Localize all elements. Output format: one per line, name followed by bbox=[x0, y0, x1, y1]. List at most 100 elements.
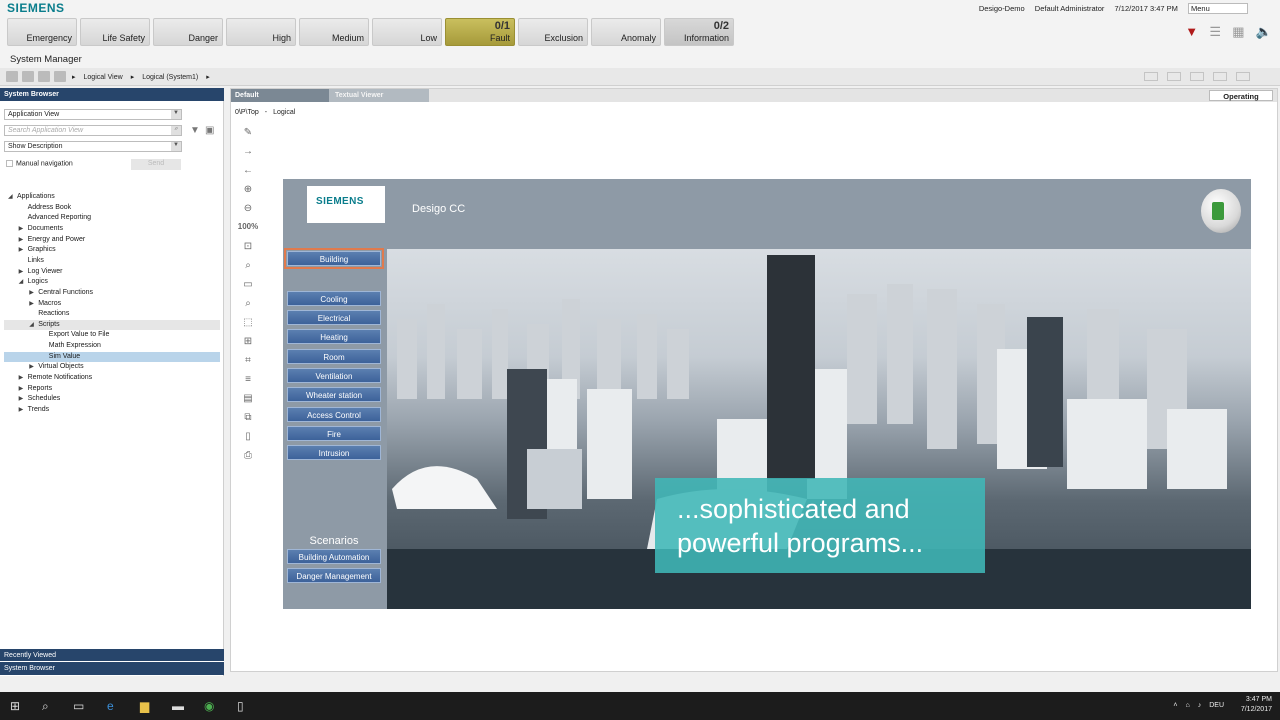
tree-item[interactable]: Links bbox=[4, 256, 220, 266]
alarm-information-button[interactable]: 0/2 Information bbox=[664, 18, 734, 46]
tab-default[interactable]: Default bbox=[231, 89, 329, 102]
clock[interactable]: 3:47 PM 7/12/2017 bbox=[1241, 695, 1272, 715]
expand-icon[interactable]: ▶ bbox=[19, 246, 24, 253]
description-select[interactable]: Show Description ▼ bbox=[4, 141, 182, 152]
expand-icon[interactable]: ▶ bbox=[19, 374, 24, 381]
grid-icon[interactable]: ⊞ bbox=[237, 336, 259, 355]
fit-icon[interactable]: ⊡ bbox=[237, 241, 259, 260]
expand-icon[interactable]: ▶ bbox=[29, 300, 34, 307]
list-icon[interactable]: ☰ bbox=[1209, 24, 1221, 40]
menu-button-intrusion[interactable]: Intrusion bbox=[287, 445, 381, 460]
select-icon[interactable]: ⬚ bbox=[237, 317, 259, 336]
search-icon[interactable]: ⌕ bbox=[42, 699, 49, 714]
task-view-icon[interactable]: ▭ bbox=[73, 699, 84, 713]
tree-item[interactable]: ▶ Log Viewer bbox=[4, 267, 220, 277]
breadcrumb-item[interactable]: Logical View bbox=[84, 74, 123, 81]
tree-item[interactable]: Export Value to File bbox=[4, 330, 220, 340]
search-input[interactable]: Search Application View ⌕ bbox=[4, 125, 182, 136]
lines-icon[interactable]: ≡ bbox=[237, 374, 259, 393]
tree-item[interactable]: ▶ Macros bbox=[4, 299, 220, 309]
zoom-in-icon[interactable]: ⊕ bbox=[237, 184, 259, 203]
zoom-icon[interactable]: ⌕ bbox=[237, 298, 259, 317]
tree-item[interactable]: ◢ Applications bbox=[4, 192, 220, 202]
desigo-app-icon[interactable] bbox=[1201, 189, 1241, 233]
layout-icon[interactable] bbox=[1236, 72, 1250, 81]
menu-button-ventilation[interactable]: Ventilation bbox=[287, 368, 381, 383]
menu-button-building[interactable]: Building bbox=[284, 248, 384, 269]
chevron-up-icon[interactable]: ˄ bbox=[1173, 702, 1177, 709]
tree-item[interactable]: ▶ Trends bbox=[4, 405, 220, 415]
tree-item[interactable]: ◢ Logics bbox=[4, 277, 220, 287]
tree-item[interactable]: ▶ Virtual Objects bbox=[4, 362, 220, 372]
tree-item[interactable]: ▶ Remote Notifications bbox=[4, 373, 220, 383]
expand-icon[interactable]: ▶ bbox=[19, 236, 24, 243]
start-icon[interactable]: ⊞ bbox=[10, 699, 20, 713]
alarm-fault-button[interactable]: 0/1 Fault bbox=[445, 18, 515, 46]
arrow-right-icon[interactable]: → bbox=[237, 146, 259, 165]
collapse-icon[interactable]: ◢ bbox=[29, 321, 34, 328]
console-icon[interactable]: ▬ bbox=[172, 699, 184, 713]
layout-icon[interactable] bbox=[1144, 72, 1158, 81]
expand-icon[interactable]: ▶ bbox=[19, 225, 24, 232]
tree-item[interactable]: Sim Value bbox=[4, 351, 220, 362]
layout-icon[interactable]: ▦ bbox=[1232, 24, 1244, 40]
alarm-emergency-button[interactable]: Emergency bbox=[7, 18, 77, 46]
desigo-taskbar-icon[interactable]: ◉ bbox=[204, 699, 214, 713]
menu-button-wheater-station[interactable]: Wheater station bbox=[287, 387, 381, 402]
system-browser-footer[interactable]: System Browser bbox=[0, 662, 224, 675]
file-explorer-icon[interactable]: ▆ bbox=[140, 699, 149, 713]
layout-icon[interactable] bbox=[1167, 72, 1181, 81]
recently-viewed-header[interactable]: Recently Viewed bbox=[0, 649, 224, 662]
alarm-life-safety-button[interactable]: Life Safety bbox=[80, 18, 150, 46]
zoom-out-icon[interactable]: ⊖ bbox=[237, 203, 259, 222]
view-select[interactable]: Application View ▼ bbox=[4, 109, 182, 120]
window-icon[interactable]: ▭ bbox=[237, 279, 259, 298]
back-icon[interactable] bbox=[6, 71, 18, 82]
tree-item[interactable]: Address Book bbox=[4, 203, 220, 213]
breadcrumb-item[interactable]: Logical (System1) bbox=[142, 74, 198, 81]
tree-item[interactable]: Math Expression bbox=[4, 341, 220, 351]
print-icon[interactable]: ⎙ bbox=[237, 450, 259, 469]
scenario-button-building-automation[interactable]: Building Automation bbox=[287, 549, 381, 564]
alarm-high-button[interactable]: High bbox=[226, 18, 296, 46]
tree-item[interactable]: Advanced Reporting bbox=[4, 213, 220, 223]
tree-item[interactable]: ◢ Scripts bbox=[4, 319, 220, 330]
menu-button-access-control[interactable]: Access Control bbox=[287, 407, 381, 422]
tree-item[interactable]: ▶ Reports bbox=[4, 384, 220, 394]
tree-item[interactable]: ▶ Energy and Power bbox=[4, 235, 220, 245]
speaker-icon[interactable]: 🔈 bbox=[1256, 24, 1272, 40]
expand-icon[interactable]: ▶ bbox=[19, 268, 24, 275]
filter-icon[interactable]: ▼ bbox=[190, 125, 200, 136]
collapse-icon[interactable]: ◢ bbox=[19, 278, 24, 285]
send-button[interactable]: Send bbox=[131, 159, 181, 170]
scenario-button-danger-management[interactable]: Danger Management bbox=[287, 568, 381, 583]
pen-icon[interactable]: ✎ bbox=[237, 127, 259, 146]
alarm-low-button[interactable]: Low bbox=[372, 18, 442, 46]
language-indicator[interactable]: DEU bbox=[1209, 702, 1224, 709]
tree-item[interactable]: ▶ Documents bbox=[4, 224, 220, 234]
network-icon[interactable]: ⌂ bbox=[1185, 702, 1189, 709]
arrow-left-icon[interactable]: ← bbox=[237, 165, 259, 184]
menu-button-fire[interactable]: Fire bbox=[287, 426, 381, 441]
expand-icon[interactable]: ▶ bbox=[29, 289, 34, 296]
alarm-danger-button[interactable]: Danger bbox=[153, 18, 223, 46]
layout-icon[interactable] bbox=[1190, 72, 1204, 81]
tab-textual-viewer[interactable]: Textual Viewer bbox=[329, 89, 429, 102]
comment-icon[interactable]: ▤ bbox=[237, 393, 259, 412]
copy-icon[interactable]: ⧉ bbox=[237, 412, 259, 431]
tree-item[interactable]: ▶ Central Functions bbox=[4, 288, 220, 298]
expand-icon[interactable]: ▶ bbox=[19, 385, 24, 392]
search-icon[interactable]: ⌕ bbox=[171, 126, 181, 135]
menu-button-room[interactable]: Room bbox=[287, 349, 381, 364]
menu-button-electrical[interactable]: Electrical bbox=[287, 310, 381, 325]
alarm-exclusion-button[interactable]: Exclusion bbox=[518, 18, 588, 46]
expand-icon[interactable]: ▶ bbox=[19, 395, 24, 402]
search-icon[interactable]: ⌕ bbox=[237, 260, 259, 279]
filter-icon[interactable]: ▼ bbox=[1185, 24, 1198, 39]
alarm-anomaly-button[interactable]: Anomaly bbox=[591, 18, 661, 46]
edge-icon[interactable]: e bbox=[107, 699, 114, 713]
tree-item[interactable]: ▶ Schedules bbox=[4, 394, 220, 404]
layout-icon[interactable] bbox=[1213, 72, 1227, 81]
tree-item[interactable]: ▶ Graphics bbox=[4, 245, 220, 255]
save-icon[interactable]: ▣ bbox=[205, 125, 214, 136]
